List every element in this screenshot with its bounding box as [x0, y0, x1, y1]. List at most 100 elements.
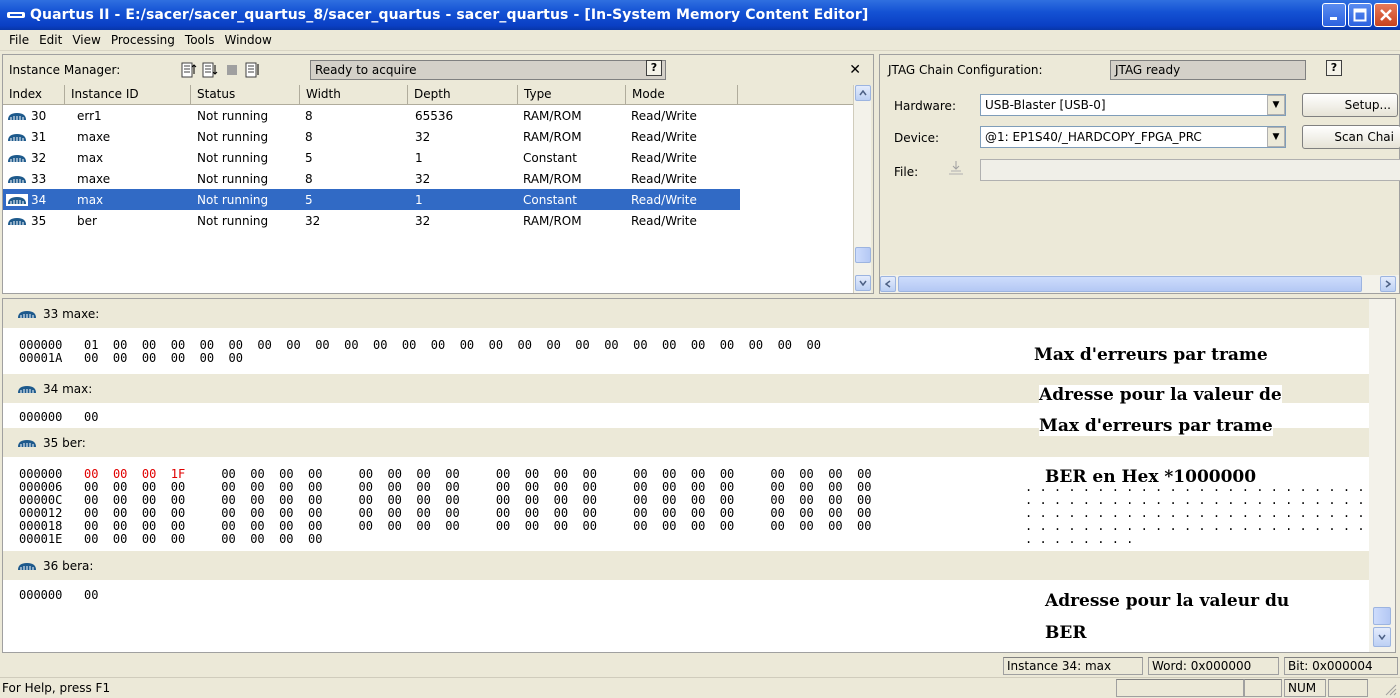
column-mode[interactable]: Mode — [626, 85, 738, 104]
hex-bytes[interactable]: 00 00 00 00 00 00 00 00 00 00 00 00 00 0… — [185, 467, 871, 481]
menu-window[interactable]: Window — [224, 33, 271, 47]
device-select[interactable]: @1: EP1S40/_HARDCOPY_FPGA_PRC — [980, 126, 1286, 148]
memory-block-header[interactable]: 33 maxe: — [3, 299, 1369, 328]
menu-file[interactable]: File — [9, 33, 29, 47]
table-row[interactable]: 35 ber Not running 32 32 RAM/ROM Read/Wr… — [3, 210, 853, 231]
memory-block-header[interactable]: 36 bera: — [3, 551, 1369, 580]
quartus-app-icon[interactable] — [6, 9, 26, 21]
row-mode: Read/Write — [631, 171, 697, 186]
column-type[interactable]: Type — [518, 85, 626, 104]
chevron-up-icon — [859, 90, 867, 96]
memory-instance-icon — [18, 439, 36, 447]
menu-edit[interactable]: Edit — [39, 33, 62, 47]
table-row[interactable]: 32 max Not running 5 1 Constant Read/Wri… — [3, 147, 853, 168]
minimize-button[interactable] — [1322, 3, 1346, 27]
setup-button[interactable]: Setup... — [1302, 93, 1398, 117]
resize-grip-icon[interactable] — [1383, 682, 1397, 696]
horizontal-scroll-thumb[interactable] — [898, 276, 1362, 292]
menu-processing[interactable]: Processing — [111, 33, 175, 47]
menu-view[interactable]: View — [72, 33, 100, 47]
row-type: RAM/ROM — [523, 213, 582, 228]
column-instance-id[interactable]: Instance ID — [65, 85, 191, 104]
row-depth: 1 — [415, 150, 423, 165]
annotation-text: Max d'erreurs par trame — [1039, 416, 1273, 436]
read-data-icon[interactable] — [181, 62, 197, 78]
memory-content-editor: 33 maxe: 000000 01 00 00 00 00 00 00 00 … — [2, 298, 1396, 653]
file-input[interactable] — [980, 159, 1400, 181]
hardware-select[interactable]: USB-Blaster [USB-0] — [980, 94, 1286, 116]
memory-block-title: 33 maxe: — [43, 306, 100, 321]
memory-instance-icon — [8, 154, 26, 162]
status-word: Word: 0x000000 — [1148, 657, 1279, 675]
jtag-chain-panel: JTAG Chain Configuration: JTAG ready ? H… — [879, 54, 1400, 294]
row-instance-id: ber — [77, 213, 97, 228]
editor-status-bar: Instance 34: max Word: 0x000000 Bit: 0x0… — [0, 655, 1400, 677]
write-data-icon[interactable] — [202, 62, 218, 78]
row-depth: 32 — [415, 213, 431, 228]
scan-chain-button[interactable]: Scan Chai — [1302, 125, 1400, 149]
table-row-selected[interactable]: 34 max Not running 5 1 Constant Read/Wri… — [3, 189, 853, 210]
memory-scroll-thumb[interactable] — [1373, 607, 1391, 625]
hex-line[interactable]: 00001A 00 00 00 00 00 00 — [19, 352, 243, 365]
row-depth: 1 — [415, 192, 423, 207]
row-index: 30 — [31, 108, 47, 123]
hex-line[interactable]: 00001E 00 00 00 00 00 00 00 00 — [19, 533, 322, 546]
memory-scroll-down-button[interactable] — [1373, 627, 1391, 647]
annotation-text: BER en Hex *1000000 — [1045, 467, 1257, 487]
scroll-down-button[interactable] — [855, 275, 871, 291]
window-title: Quartus II - E:/sacer/sacer_quartus_8/sa… — [30, 7, 869, 23]
browse-file-icon[interactable] — [946, 159, 966, 177]
table-row[interactable]: 31 maxe Not running 8 32 RAM/ROM Read/Wr… — [3, 126, 853, 147]
jtag-horizontal-scrollbar[interactable] — [880, 275, 1399, 293]
jtag-label: JTAG Chain Configuration: — [888, 63, 1043, 77]
scroll-left-button[interactable] — [880, 276, 896, 292]
row-index: 33 — [31, 171, 47, 186]
panel-close-icon[interactable]: ✕ — [849, 62, 861, 78]
column-depth[interactable]: Depth — [408, 85, 518, 104]
scroll-right-button[interactable] — [1380, 276, 1396, 292]
close-button[interactable] — [1374, 3, 1398, 27]
memory-instance-icon — [8, 217, 26, 225]
jtag-status-field: JTAG ready — [1110, 60, 1306, 80]
column-width[interactable]: Width — [300, 85, 408, 104]
continuous-read-icon[interactable] — [245, 62, 261, 78]
hex-line[interactable]: 000000 00 — [19, 589, 98, 602]
row-instance-id: maxe — [77, 171, 111, 186]
stop-icon[interactable] — [224, 62, 240, 78]
memory-instance-icon — [18, 385, 36, 393]
status-cell — [1244, 679, 1282, 697]
hex-highlighted-bytes[interactable]: 00 00 00 1F — [84, 467, 185, 481]
row-status: Not running — [197, 192, 269, 207]
column-status[interactable]: Status — [191, 85, 300, 104]
row-index: 31 — [31, 129, 47, 144]
hex-line[interactable]: 000000 00 — [19, 411, 98, 424]
row-type: RAM/ROM — [523, 108, 582, 123]
jtag-help-icon[interactable]: ? — [1326, 60, 1342, 76]
hardware-dropdown-icon[interactable]: ▼ — [1267, 95, 1285, 115]
row-mode: Read/Write — [631, 150, 697, 165]
status-num: NUM — [1284, 679, 1326, 697]
scroll-up-button[interactable] — [855, 85, 871, 101]
instance-table-scrollbar[interactable] — [853, 85, 871, 293]
table-row[interactable]: 30 err1 Not running 8 65536 RAM/ROM Read… — [3, 105, 853, 126]
row-type: RAM/ROM — [523, 129, 582, 144]
column-index[interactable]: Index — [3, 85, 65, 104]
device-dropdown-icon[interactable]: ▼ — [1267, 127, 1285, 147]
maximize-button[interactable] — [1348, 3, 1372, 27]
row-width: 8 — [305, 171, 313, 186]
help-icon[interactable]: ? — [646, 60, 662, 76]
scroll-thumb[interactable] — [855, 247, 871, 263]
hex-address: 000000 — [19, 467, 63, 481]
memory-block-title: 35 ber: — [43, 435, 86, 450]
table-row[interactable]: 33 maxe Not running 8 32 RAM/ROM Read/Wr… — [3, 168, 853, 189]
row-depth: 32 — [415, 129, 431, 144]
menu-tools[interactable]: Tools — [185, 33, 215, 47]
row-mode: Read/Write — [631, 192, 697, 207]
memory-scrollbar[interactable] — [1369, 299, 1395, 652]
row-index: 34 — [31, 192, 47, 207]
status-bit: Bit: 0x000004 — [1284, 657, 1398, 675]
row-type: Constant — [523, 150, 577, 165]
title-bar: Quartus II - E:/sacer/sacer_quartus_8/sa… — [0, 0, 1400, 30]
row-status: Not running — [197, 150, 269, 165]
instance-manager-panel: Instance Manager: Ready to acquire ? ✕ I… — [2, 54, 874, 294]
